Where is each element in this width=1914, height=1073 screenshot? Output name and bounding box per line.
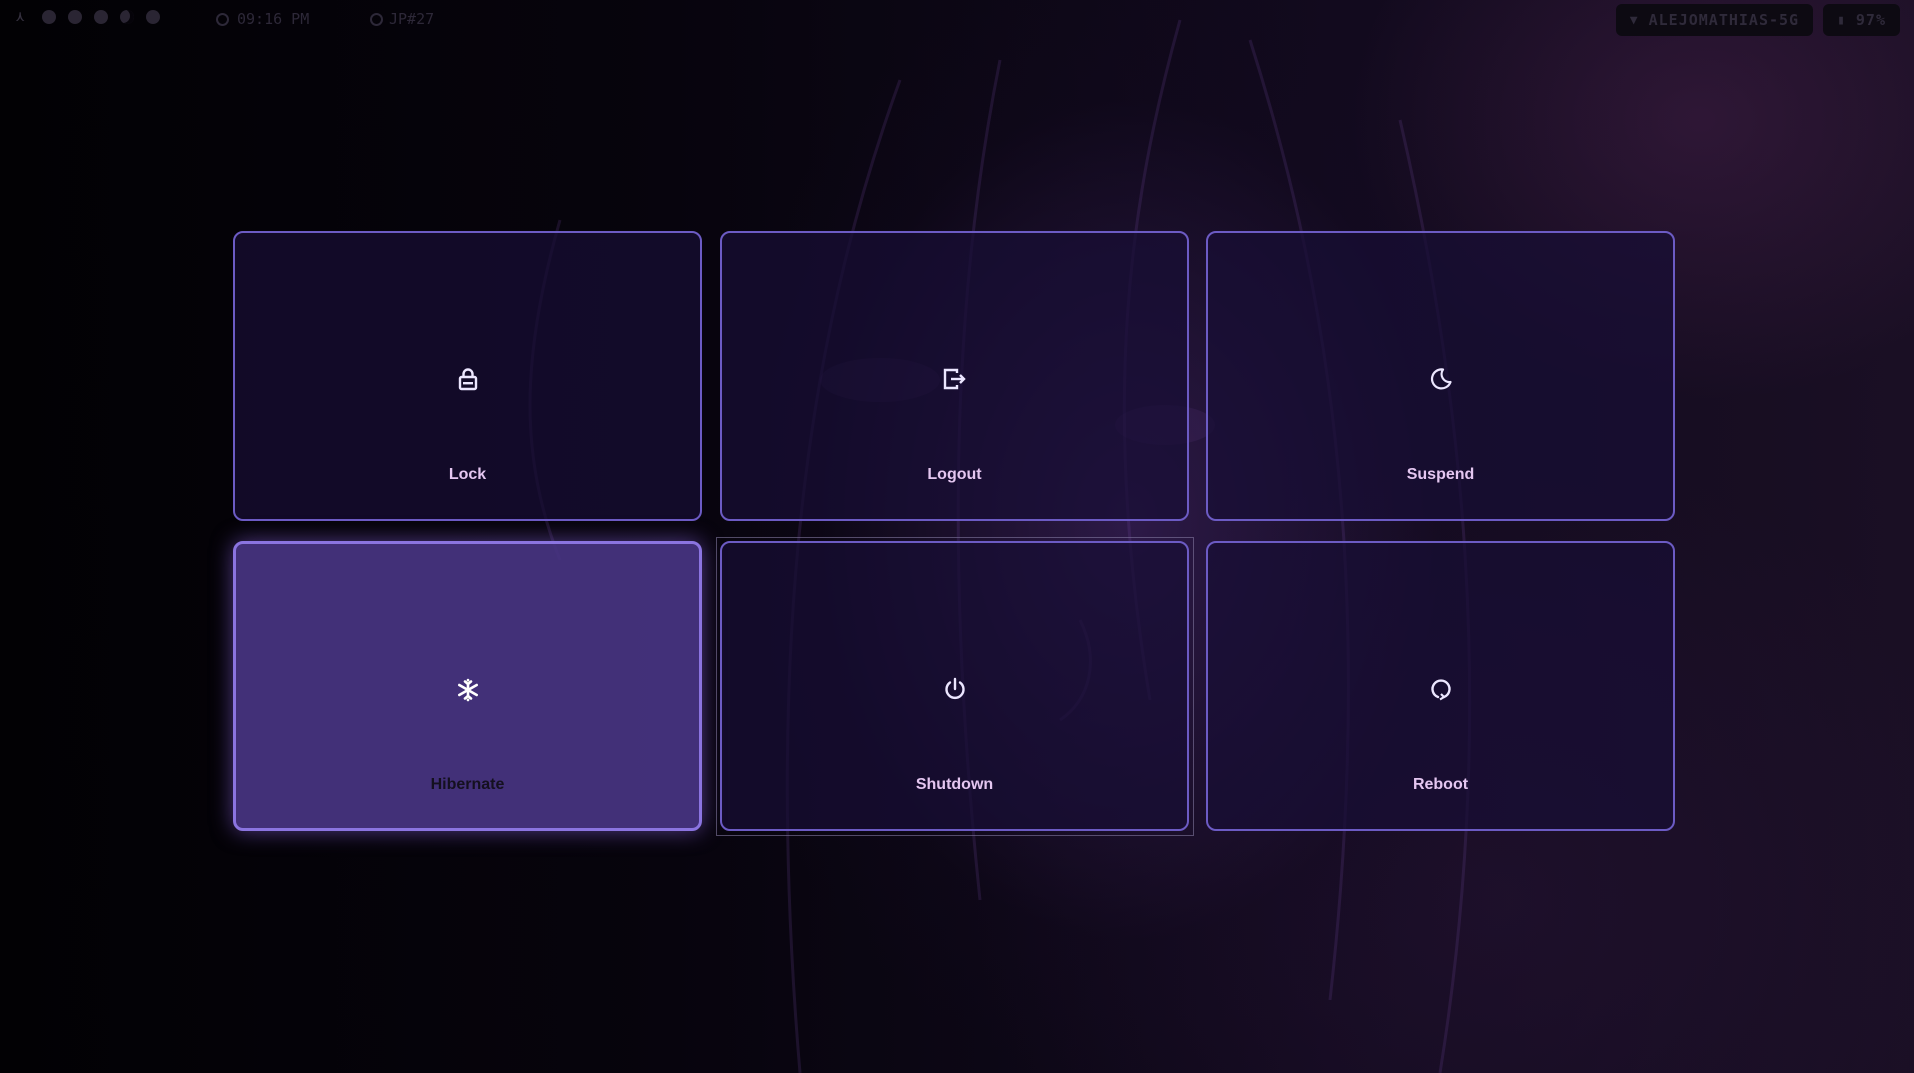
hibernate-label: Hibernate <box>430 776 505 793</box>
lock-icon <box>456 367 480 391</box>
shutdown-button[interactable]: Shutdown <box>720 541 1189 831</box>
suspend-button[interactable]: Suspend <box>1206 231 1675 521</box>
battery-icon: ▮ <box>1837 12 1846 28</box>
shutdown-label: Shutdown <box>915 776 994 793</box>
clock[interactable]: 09:16 PM <box>216 10 309 28</box>
power-menu: Lock Logout Suspend Hibernate Shutdown R… <box>233 231 1677 836</box>
wifi-icon: ▼ <box>1629 12 1639 28</box>
hibernate-button[interactable]: Hibernate <box>233 541 702 831</box>
lock-button[interactable]: Lock <box>233 231 702 521</box>
logout-icon <box>943 367 967 391</box>
workspace-3[interactable] <box>94 10 108 24</box>
workspace-indicator: ⋏ <box>16 10 160 24</box>
arch-icon[interactable]: ⋏ <box>16 10 30 24</box>
clock-time: 09:16 PM <box>237 10 310 28</box>
moon-icon <box>1429 367 1453 391</box>
snowflake-icon <box>456 678 480 702</box>
reboot-icon <box>1429 677 1453 701</box>
workspace-1[interactable] <box>42 10 56 24</box>
network-status[interactable]: ▼ ALEJOMATHIAS-5G <box>1615 4 1814 36</box>
battery-level: 97% <box>1855 11 1886 29</box>
status-area: ▼ ALEJOMATHIAS-5G ▮ 97% <box>1615 4 1900 36</box>
lock-label: Lock <box>448 466 487 483</box>
reboot-label: Reboot <box>1412 776 1469 793</box>
battery-status[interactable]: ▮ 97% <box>1823 4 1900 36</box>
clock-icon <box>216 12 229 26</box>
suspend-label: Suspend <box>1406 466 1475 483</box>
workspace-4[interactable] <box>120 10 134 24</box>
active-workspace[interactable]: JP#27 <box>370 10 434 28</box>
workspace-5[interactable] <box>146 10 160 24</box>
top-bar: ⋏ 09:16 PM JP#27 ▼ ALEJOMATHIAS-5G ▮ 97% <box>0 0 1914 40</box>
desktop-background: ⋏ 09:16 PM JP#27 ▼ ALEJOMATHIAS-5G ▮ 97% <box>0 0 1914 1073</box>
circle-icon <box>370 12 383 26</box>
reboot-button[interactable]: Reboot <box>1206 541 1675 831</box>
power-icon <box>943 677 967 701</box>
workspace-2[interactable] <box>68 10 82 24</box>
logout-button[interactable]: Logout <box>720 231 1189 521</box>
logout-label: Logout <box>927 466 982 483</box>
workspace-label: JP#27 <box>389 10 435 28</box>
network-name: ALEJOMATHIAS-5G <box>1648 11 1800 29</box>
